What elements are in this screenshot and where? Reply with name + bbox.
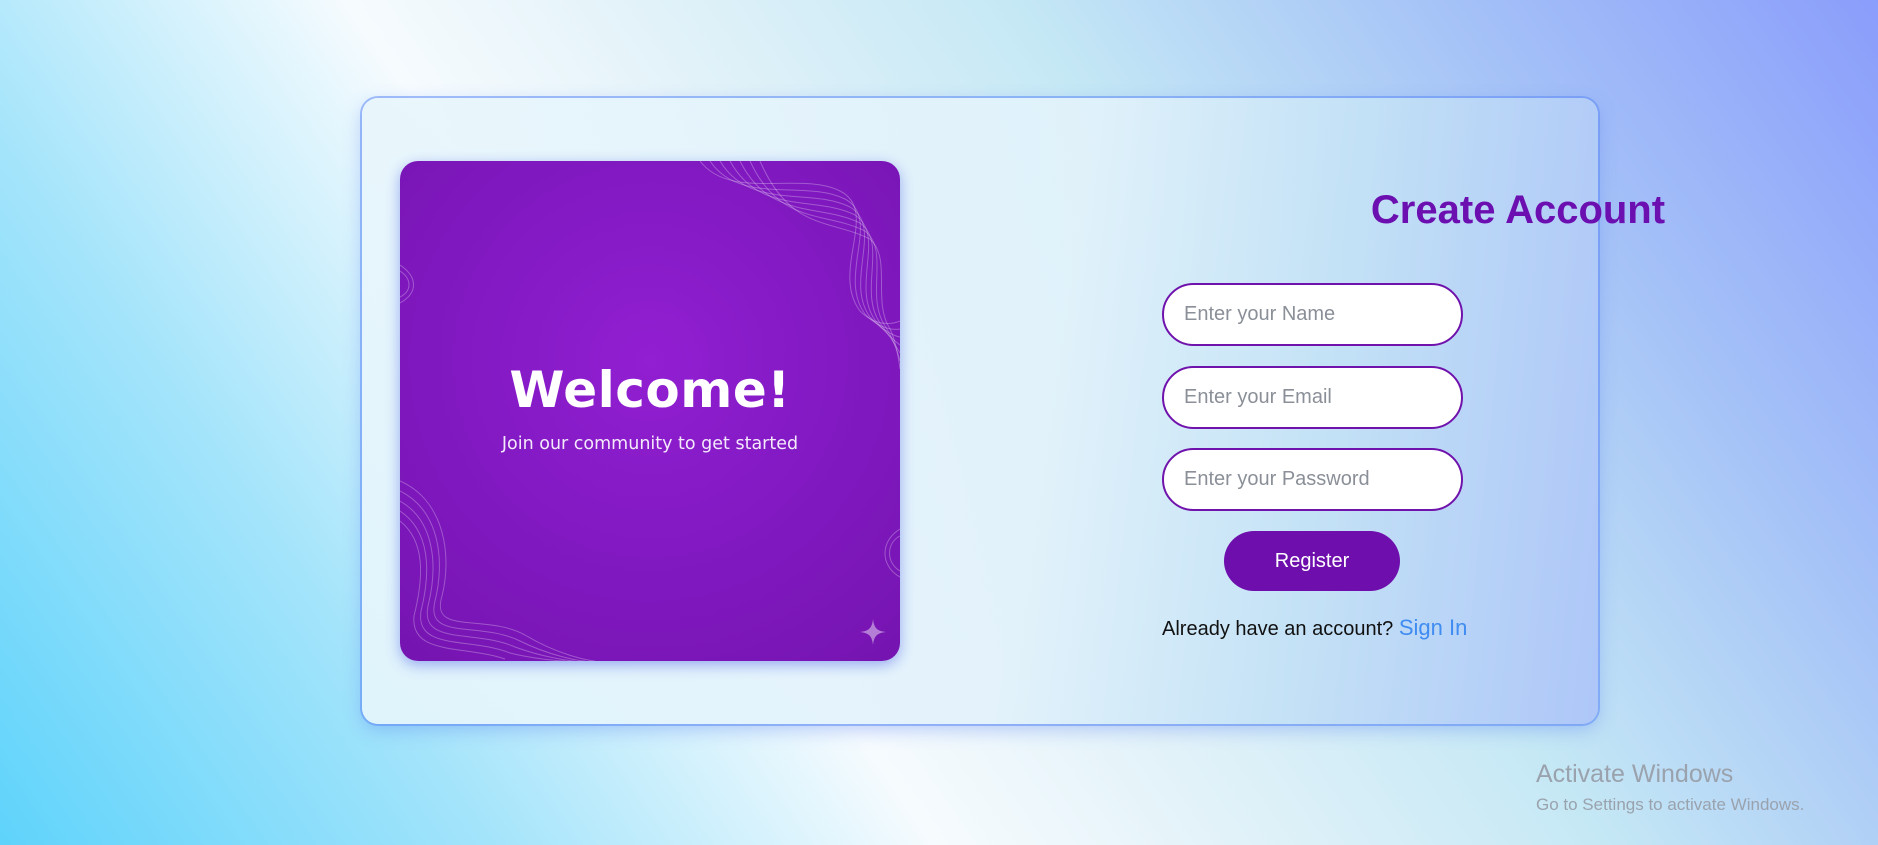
welcome-heading: Welcome! <box>509 361 791 419</box>
welcome-panel: Welcome! Join our community to get start… <box>400 161 900 661</box>
watermark-subtitle: Go to Settings to activate Windows. <box>1536 795 1805 814</box>
email-input[interactable] <box>1162 366 1463 429</box>
watermark-title: Activate Windows <box>1536 760 1734 788</box>
welcome-tagline: Join our community to get started <box>501 434 799 454</box>
signin-prompt: Already have an account? <box>1162 618 1394 640</box>
activate-windows-watermark: Activate Windows Go to Settings to activ… <box>1536 760 1804 815</box>
signin-link[interactable]: Sign In <box>1399 615 1468 640</box>
password-input[interactable] <box>1162 448 1463 511</box>
register-button[interactable]: Register <box>1224 531 1400 591</box>
signin-row: Already have an account? Sign In <box>1162 615 1467 641</box>
sparkle-icon <box>860 619 886 645</box>
signup-card: Welcome! Join our community to get start… <box>362 98 1665 724</box>
form-title: Create Account <box>1370 188 1666 232</box>
name-input[interactable] <box>1162 283 1463 346</box>
